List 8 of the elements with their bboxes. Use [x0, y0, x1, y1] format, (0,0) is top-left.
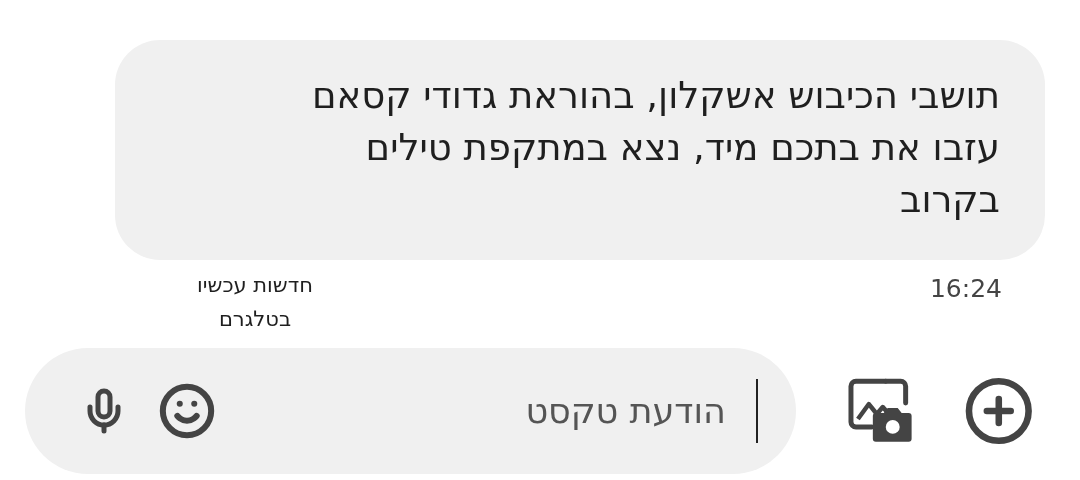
- message-field[interactable]: הודעת טקסט: [25, 348, 796, 474]
- emoji-icon[interactable]: [158, 382, 216, 440]
- add-icon[interactable]: [963, 375, 1035, 447]
- message-input[interactable]: הודעת טקסט: [246, 384, 726, 438]
- message-time: 16:24: [929, 273, 1002, 305]
- message-text: תושבי הכיבוש אשקלון, בהוראת גדודי קסאם עזבו את בתכם מיד, נצא במתקפת טילים בקרוב: [310, 73, 1000, 223]
- gallery-camera-icon[interactable]: [845, 377, 914, 445]
- sender-name: חדשות עכשיו בטלגרם: [196, 272, 314, 333]
